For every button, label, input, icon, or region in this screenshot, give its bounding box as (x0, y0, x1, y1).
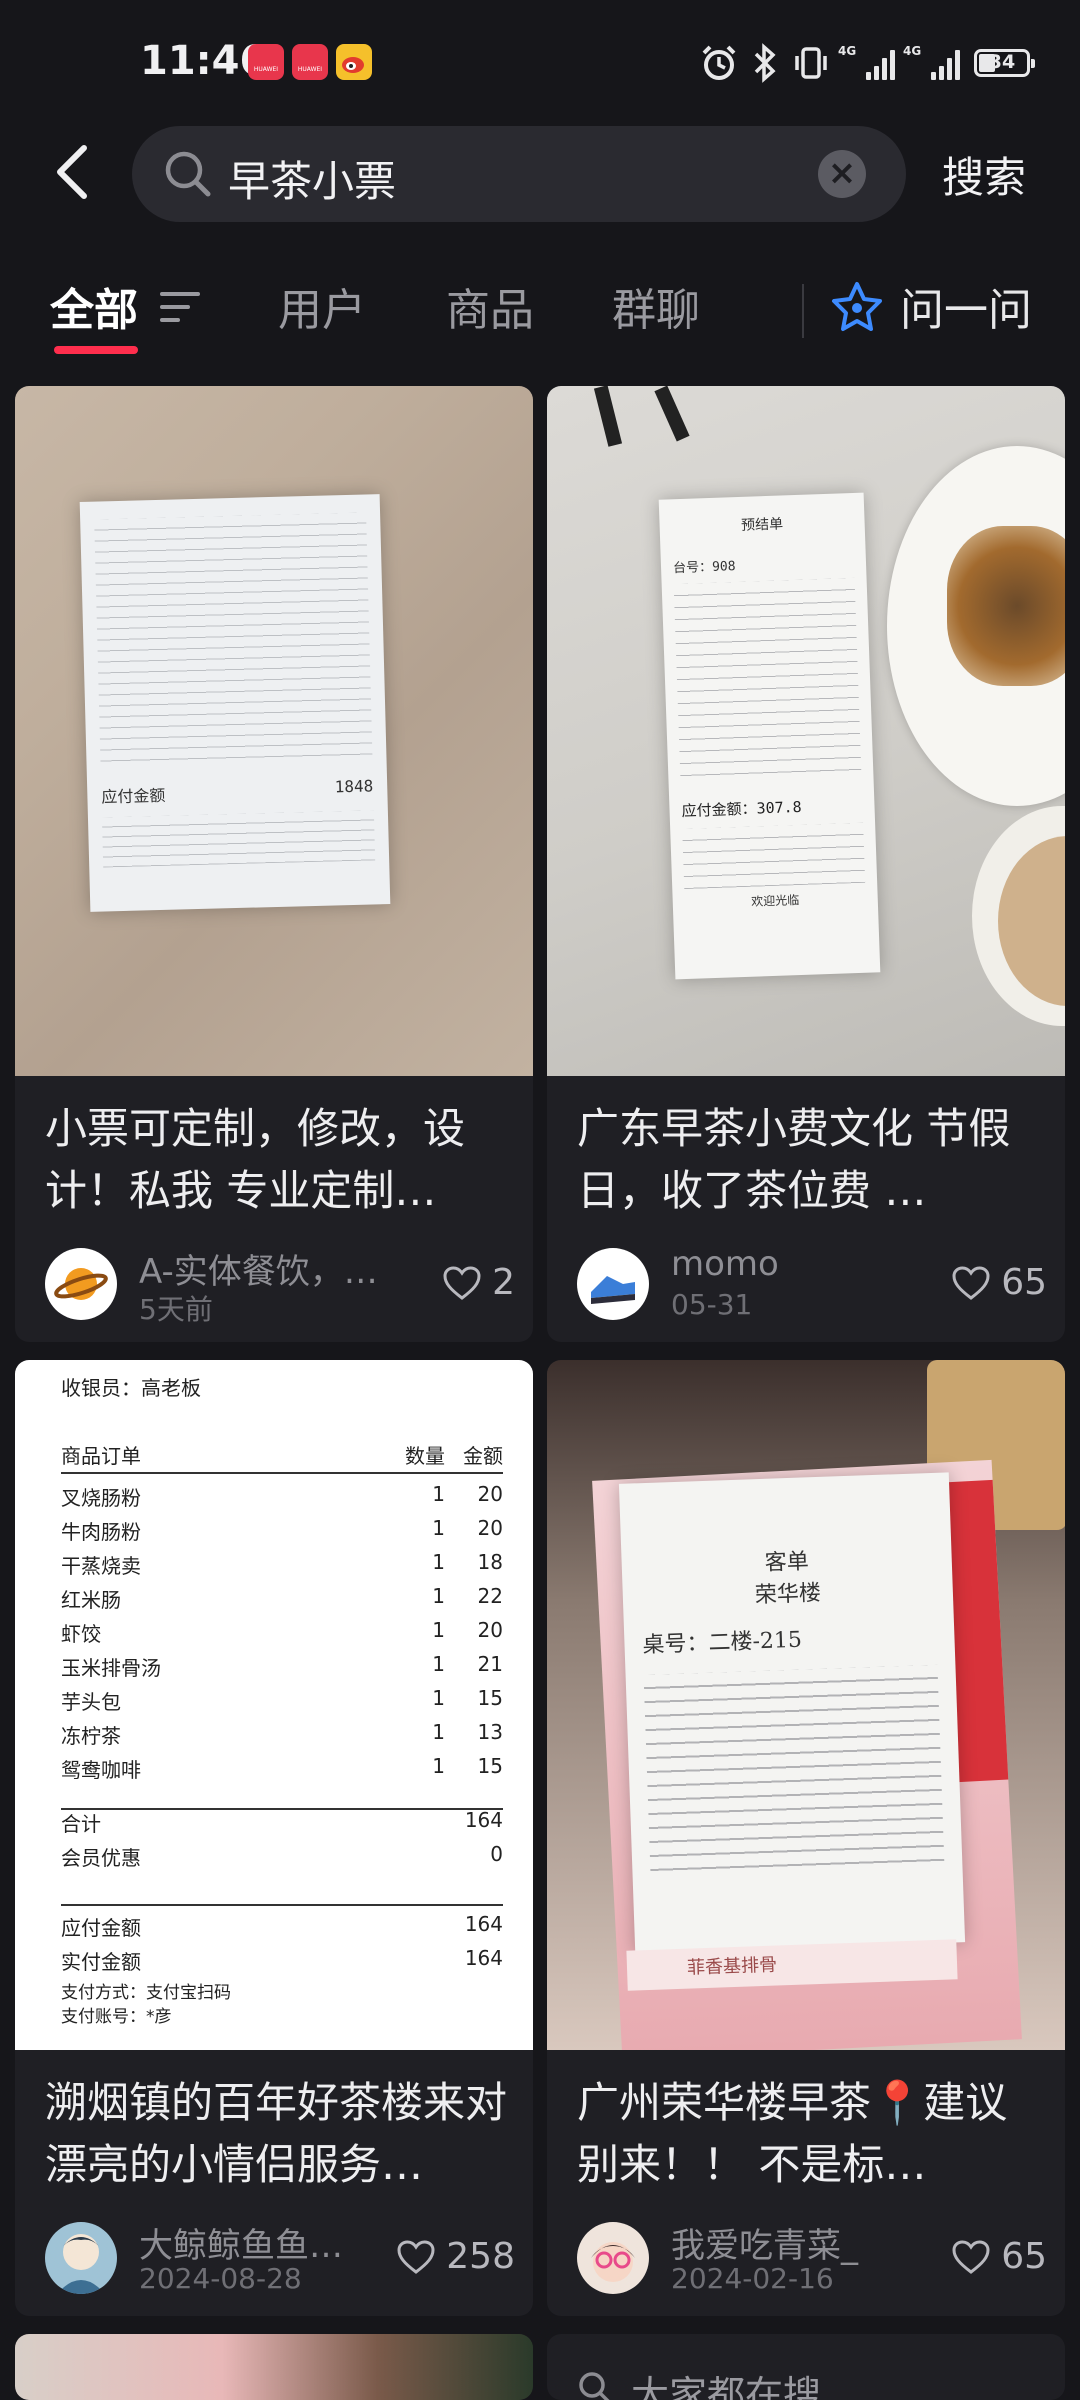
post-card-peek[interactable] (15, 2334, 533, 2400)
ask-star-icon (832, 282, 882, 331)
post-card[interactable]: 收银员：高老板 商品订单 数量 金额 叉烧肠粉 1 20 牛肉肠粉 1 20 干蒸烧卖 1 18… (15, 1360, 533, 2316)
receipt-photo: 应付金额 1848 (79, 494, 391, 912)
post-date: 05-31 (671, 1288, 753, 1321)
search-suggestion-card[interactable]: 大家都在搜 (547, 2334, 1065, 2400)
like-count: 65 (1001, 2236, 1047, 2277)
receipt-item-row: 牛肉肠粉 1 20 (61, 1516, 503, 1544)
post-date: 2024-08-28 (139, 2262, 302, 2295)
receipt-item-row: 干蒸烧卖 1 18 (61, 1550, 503, 1578)
chopstick (654, 386, 690, 442)
author-row: momo 05-31 65 (577, 1244, 1047, 1322)
tab-all[interactable]: 全部 (50, 274, 138, 338)
signal-icon-2: 4G (903, 44, 960, 80)
receipt-photo: 预结单 台号：908 应付金额：307.8 欢迎光临 (658, 492, 881, 980)
avatar (45, 2222, 117, 2294)
suggestion-title: 大家都在搜 (631, 2373, 822, 2400)
tab-group-chat[interactable]: 群聊 (612, 274, 700, 338)
receipt-item-row: 鸳鸯咖啡 1 15 (61, 1754, 503, 1782)
post-image: 预结单 台号：908 应付金额：307.8 欢迎光临 (547, 386, 1065, 1076)
signal-icon-1: 4G (838, 44, 895, 80)
like-button[interactable]: 258 (396, 2236, 515, 2277)
heart-icon (952, 1265, 990, 1300)
post-title: 广州荣华楼早茶📍建议别来！！ 不是标… (577, 2078, 1008, 2189)
avatar (577, 1248, 649, 1320)
search-icon (165, 151, 211, 197)
search-input[interactable]: 早茶小票 × (132, 126, 906, 222)
like-count: 65 (1001, 1262, 1047, 1303)
battery-icon: 34 (974, 49, 1035, 77)
divider (61, 1472, 503, 1474)
author-row: A-实体餐饮，… 5天前 2 (45, 1244, 515, 1326)
filter-icon[interactable] (160, 292, 200, 326)
vibrate-icon (795, 47, 827, 79)
receipt-item-row: 芋头包 1 15 (61, 1686, 503, 1714)
post-card[interactable]: 应付金额 1848 小票可定制，修改，设计！私我 专业定制… A-实体餐饮，… 5… (15, 386, 533, 1342)
receipt-paid-row: 实付金额 164 (61, 1946, 503, 1974)
receipt-discount-row: 会员优惠 0 (61, 1842, 503, 1870)
receipt-item-row: 叉烧肠粉 1 20 (61, 1482, 503, 1510)
post-card[interactable]: 预结单 台号：908 应付金额：307.8 欢迎光临 广东早茶小费文化 节假日，… (547, 386, 1065, 1342)
receipt-item-row: 玉米排骨汤 1 21 (61, 1652, 503, 1680)
search-button[interactable]: 搜索 (942, 144, 1026, 205)
tab-products[interactable]: 商品 (446, 274, 534, 338)
receipt-item-row: 虾饺 1 20 (61, 1618, 503, 1646)
receipt-due-row: 应付金额 164 (61, 1912, 503, 1940)
divider (61, 1904, 503, 1906)
search-icon (579, 2372, 610, 2400)
heart-icon (952, 2239, 990, 2274)
post-title: 小票可定制，修改，设计！私我 专业定制… (45, 1104, 466, 1215)
plate (887, 446, 1065, 806)
huawei-app-icon: HUAWEI (248, 44, 284, 80)
post-title: 广东早茶小费文化 节假日，收了茶位费 … (577, 1104, 1011, 1215)
heart-icon (443, 1265, 481, 1300)
author-row: 大鲸鲸鱼鱼… 2024-08-28 258 (45, 2218, 515, 2296)
like-button[interactable]: 65 (951, 1262, 1047, 1303)
receipt-header-row: 商品订单 数量 金额 (61, 1444, 503, 1468)
weibo-icon (336, 44, 372, 80)
receipt-item-row: 冻柠茶 1 13 (61, 1720, 503, 1748)
post-date: 5天前 (139, 1293, 213, 1326)
like-count: 2 (492, 1262, 515, 1303)
tab-ask[interactable]: 问一问 (900, 274, 1032, 338)
post-image (15, 2334, 533, 2400)
close-icon: × (827, 153, 857, 193)
chevron-left-icon (57, 145, 87, 199)
search-query: 早茶小票 (228, 157, 397, 206)
post-image: 应付金额 1848 (15, 386, 533, 1076)
chopstick (593, 386, 623, 447)
receipt-sum-row: 合计 164 (61, 1808, 503, 1836)
author-name: momo (671, 1244, 779, 1284)
receipt-photo: 客单 荣华楼 桌号：二楼-215 (618, 1472, 966, 1954)
avatar (45, 1248, 117, 1320)
active-tab-indicator (54, 346, 138, 354)
alarm-icon (702, 45, 736, 80)
receipt-pay-method: 支付方式：支付宝扫码 (61, 1983, 231, 2003)
bluetooth-icon (754, 43, 776, 83)
avatar (577, 2222, 649, 2294)
divider (802, 284, 804, 338)
huawei-app-icon-2: HUAWEI (292, 44, 328, 80)
clear-search-button[interactable]: × (818, 150, 866, 198)
like-button[interactable]: 2 (442, 1262, 515, 1303)
tab-users[interactable]: 用户 (278, 274, 366, 338)
author-name: A-实体餐饮，… (139, 1252, 378, 1292)
status-bar: 11:46 HUAWEI HUAWEI 4G 4G 34 (0, 0, 1080, 130)
back-button[interactable] (46, 142, 106, 202)
post-image: 收银员：高老板 商品订单 数量 金额 叉烧肠粉 1 20 牛肉肠粉 1 20 干蒸烧卖 1 18… (15, 1360, 533, 2050)
post-card[interactable]: 客单 荣华楼 桌号：二楼-215 菲香基排骨 广州荣华楼早茶📍建议别来！！ 不是… (547, 1360, 1065, 2316)
receipt-pay-account: 支付账号：*彦 (61, 2007, 172, 2027)
tab-bar: 全部 用户 商品 群聊 问一问 (0, 262, 1080, 362)
receipt-cashier: 收银员：高老板 (61, 1376, 201, 1400)
heart-icon (397, 2239, 435, 2274)
post-title: 溯烟镇的百年好茶楼来对漂亮的小情侣服务… (45, 2078, 508, 2189)
like-button[interactable]: 65 (951, 2236, 1047, 2277)
author-name: 大鲸鲸鱼鱼… (139, 2226, 343, 2266)
like-count: 258 (446, 2236, 515, 2277)
author-row: 我爱吃青菜_ 2024-02-16 65 (577, 2218, 1047, 2296)
receipt-item-row: 红米肠 1 22 (61, 1584, 503, 1612)
bowl (972, 806, 1065, 1026)
post-date: 2024-02-16 (671, 2262, 834, 2295)
author-name: 我爱吃青菜_ (671, 2226, 858, 2266)
post-image: 客单 荣华楼 桌号：二楼-215 菲香基排骨 (547, 1360, 1065, 2050)
